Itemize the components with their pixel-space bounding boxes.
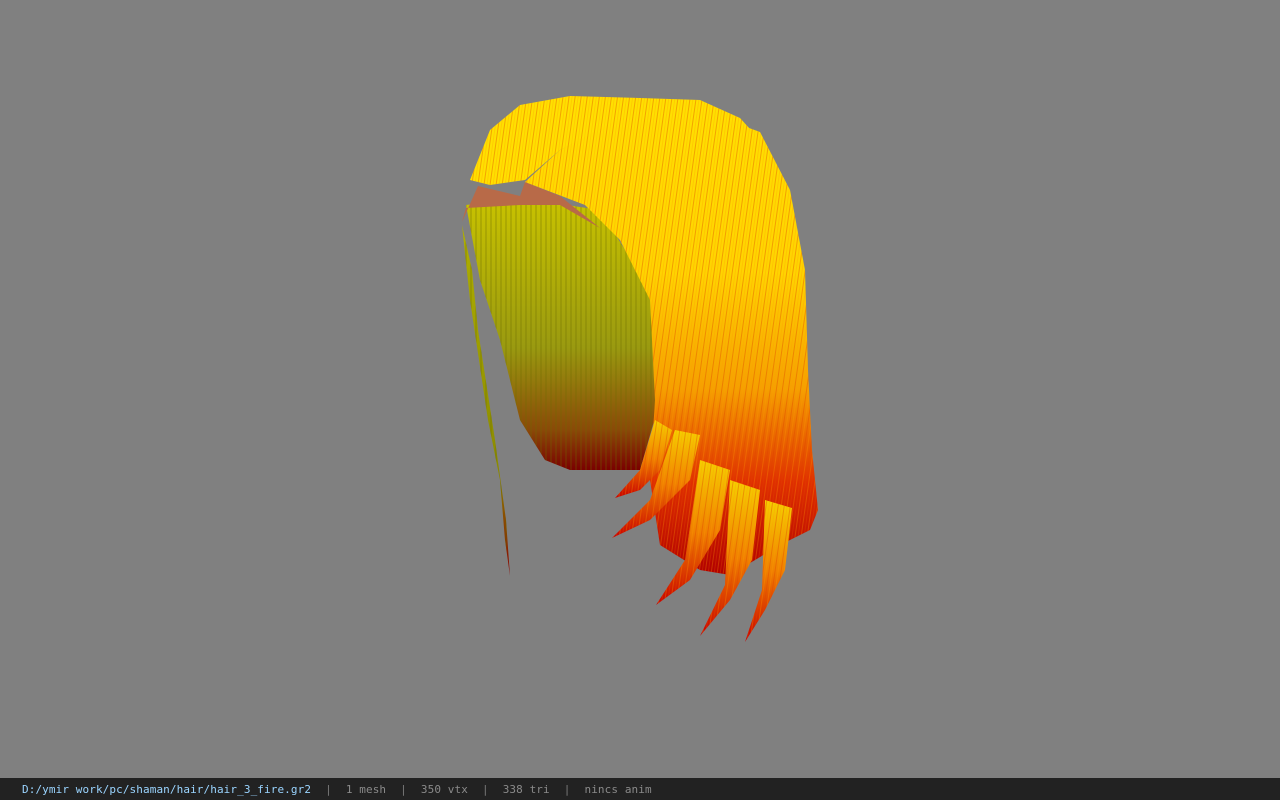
animation-status: nincs anim <box>584 782 652 796</box>
separator: | <box>400 782 407 796</box>
triangle-count: 338 tri <box>502 782 550 796</box>
separator: | <box>325 782 332 796</box>
file-path: D:/ymir work/pc/shaman/hair/hair_3_fire.… <box>22 782 312 796</box>
separator: | <box>563 782 571 796</box>
mesh-count: 1 mesh <box>345 782 387 796</box>
separator: | <box>481 782 489 796</box>
status-bar: D:/ymir work/pc/shaman/hair/hair_3_fire.… <box>0 778 1280 800</box>
hair-model <box>462 96 818 642</box>
vertex-count: 350 vtx <box>420 782 468 796</box>
3d-viewport[interactable] <box>0 0 1280 778</box>
